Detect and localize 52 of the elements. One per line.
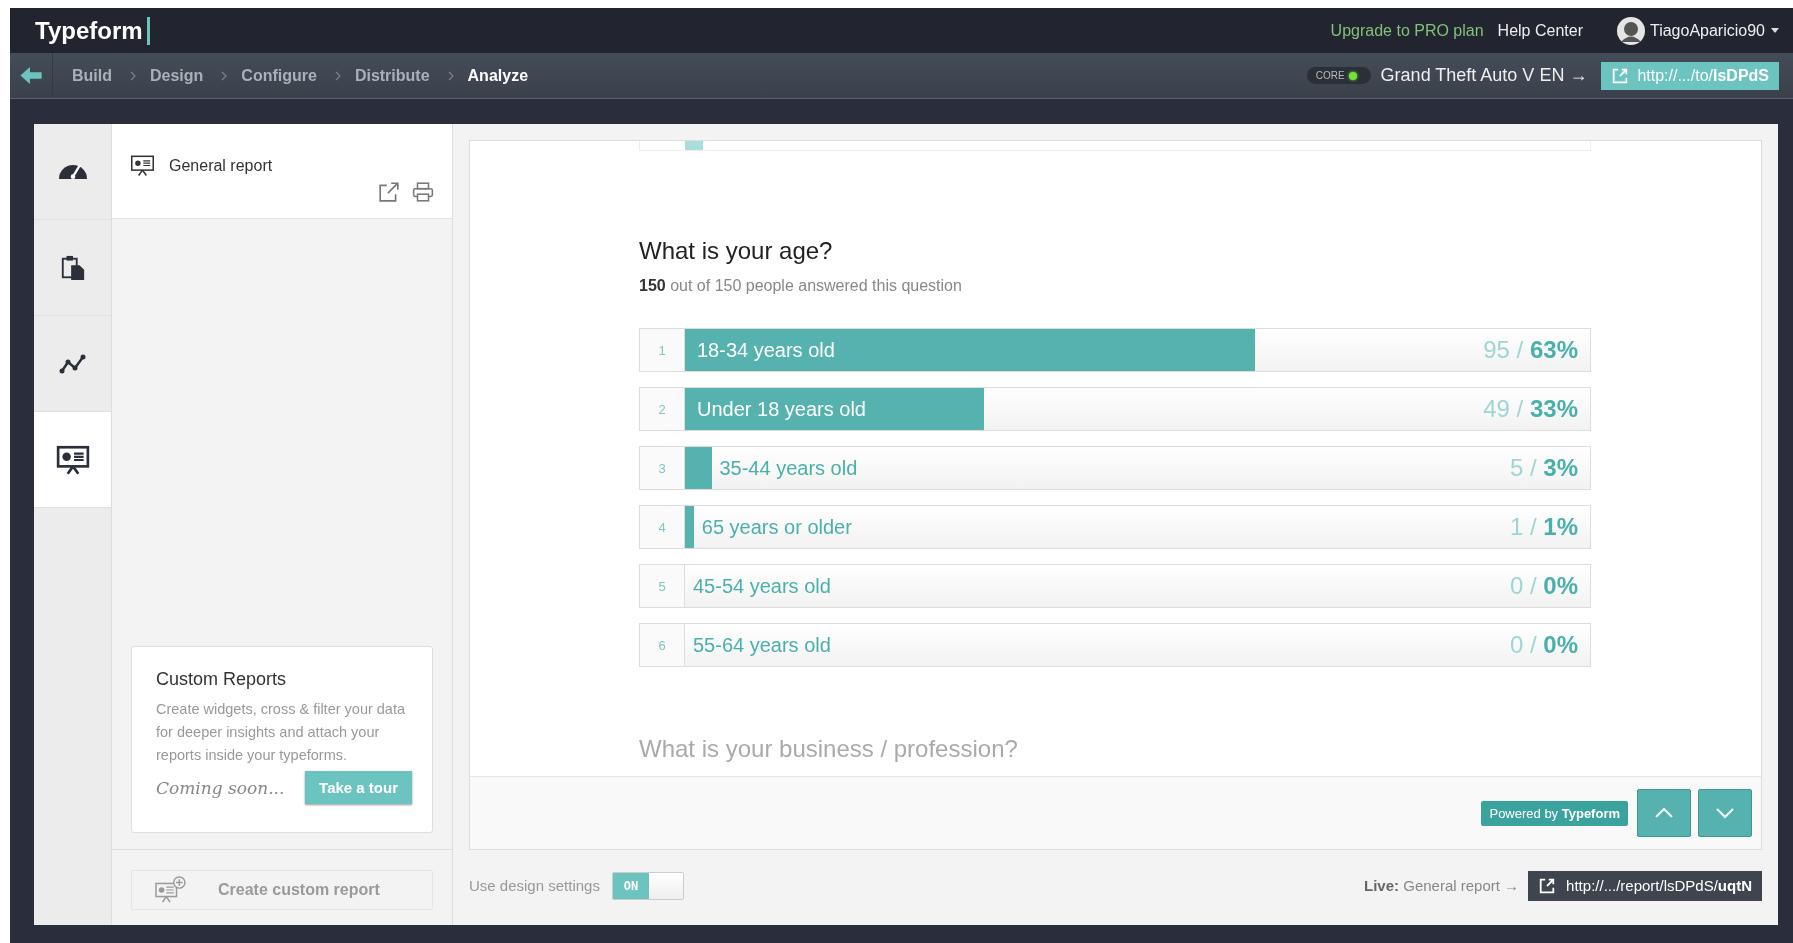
chevron-down-icon: [1715, 807, 1735, 819]
answer-label: 65 years or older: [701, 515, 852, 539]
answer-label: 35-44 years old: [719, 456, 858, 480]
avatar-icon[interactable]: [1616, 16, 1645, 45]
breadcrumb-tab[interactable]: Design: [150, 66, 204, 85]
nav-item[interactable]: [34, 412, 111, 508]
external-link-icon[interactable]: [378, 181, 400, 203]
powered-by-badge[interactable]: Powered by Typeform: [1481, 800, 1628, 826]
chevron-up-icon: [1654, 807, 1674, 819]
header-link[interactable]: Upgrade to PRO plan: [1330, 21, 1484, 40]
chevron-icon: [334, 70, 341, 81]
presentation-icon: [130, 154, 155, 177]
answer-count: 150 out of 150 people answered this question: [639, 277, 963, 295]
question-title: What is your business / profession?: [639, 735, 1019, 763]
logo[interactable]: Typeform: [35, 16, 150, 45]
breadcrumb-tab[interactable]: Analyze: [467, 66, 529, 85]
answer-label: Under 18 years old: [697, 397, 866, 421]
coming-soon-note: Coming soon...: [156, 777, 285, 798]
report-title[interactable]: General report: [169, 156, 273, 175]
breadcrumb-tab[interactable]: Build: [72, 66, 112, 85]
header-link[interactable]: Help Center: [1497, 21, 1583, 40]
external-link-icon: [1538, 876, 1557, 895]
breadcrumb-tab[interactable]: Distribute: [354, 66, 430, 85]
gauge-icon: [58, 164, 87, 179]
form-title: Grand Theft Auto V EN →: [1380, 65, 1588, 86]
chevron-icon: [447, 70, 454, 81]
design-settings-label: Use design settings: [469, 877, 600, 894]
answer-label: 18-34 years old: [697, 338, 835, 362]
answer-stat: 49 / 33%: [1483, 395, 1578, 423]
add-presentation-icon: [154, 876, 186, 904]
answer-stat: 0 / 0%: [1509, 572, 1578, 600]
chevron-icon: [221, 70, 228, 81]
user-name[interactable]: TiagoAparicio90: [1649, 21, 1765, 40]
chevron-icon: [130, 70, 136, 81]
answer-stat: 1 / 1%: [1509, 513, 1578, 541]
answer-label: 45-54 years old: [693, 574, 831, 598]
caret-icon[interactable]: [1771, 28, 1779, 33]
answer-label: 55-64 years old: [693, 633, 831, 657]
question-title: What is your age?: [639, 237, 834, 265]
presentation-icon: [55, 443, 90, 476]
answer-stat: 0 / 0%: [1509, 631, 1578, 659]
external-link-icon: [1611, 66, 1630, 85]
back-arrow-icon[interactable]: [20, 67, 42, 84]
answer-stat: 95 / 63%: [1483, 336, 1578, 364]
core-badge: CORE: [1306, 67, 1371, 84]
breadcrumb-tab[interactable]: Configure: [241, 66, 317, 85]
answer-stat: 5 / 3%: [1509, 454, 1578, 482]
print-icon[interactable]: [412, 181, 434, 203]
live-report-label: Live: General report →: [1364, 877, 1520, 894]
live-url-button[interactable]: http://.../report/lsDPdS/uqtN: [1528, 870, 1762, 901]
card-description: Create widgets, cross & filter your data for deeper insights and attach your reports inside your typeforms.: [156, 700, 407, 765]
card-title: Custom Reports: [156, 669, 288, 690]
